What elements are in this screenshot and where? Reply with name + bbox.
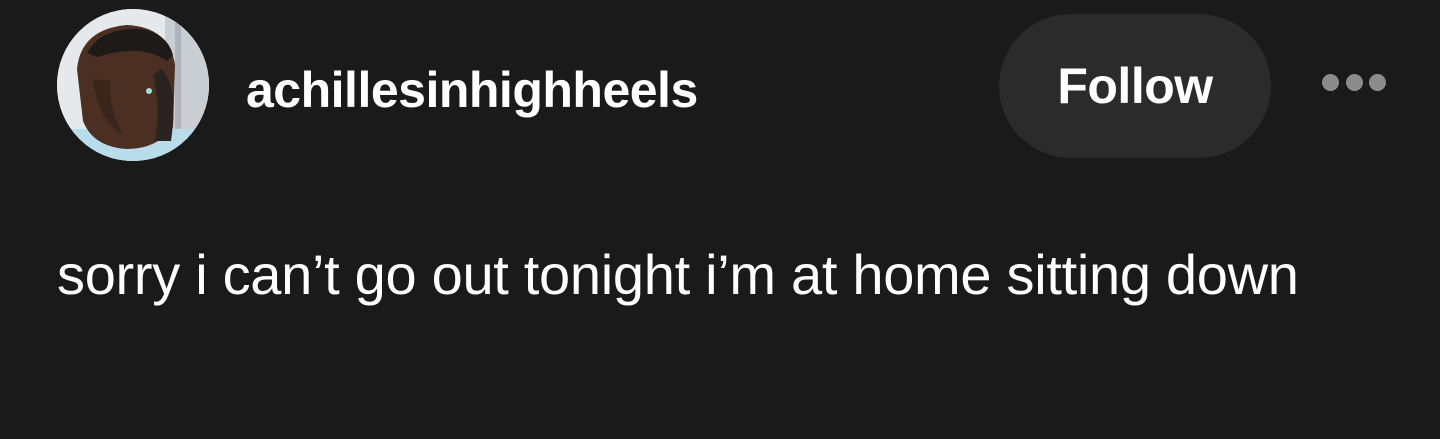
more-dot-icon [1369, 73, 1386, 91]
avatar[interactable] [57, 9, 209, 161]
username[interactable]: achillesinhighheels [246, 60, 698, 120]
more-dot-icon [1322, 73, 1339, 91]
follow-button[interactable]: Follow [999, 14, 1271, 158]
post-card: achillesinhighheels Follow sorry i can’t… [0, 0, 1440, 439]
more-options-button[interactable] [1322, 68, 1386, 96]
post-header: achillesinhighheels Follow [0, 0, 1440, 175]
more-dot-icon [1345, 73, 1363, 91]
post-body-text: sorry i can’t go out tonight i’m at home… [57, 243, 1299, 306]
avatar-photo-icon [57, 9, 209, 161]
